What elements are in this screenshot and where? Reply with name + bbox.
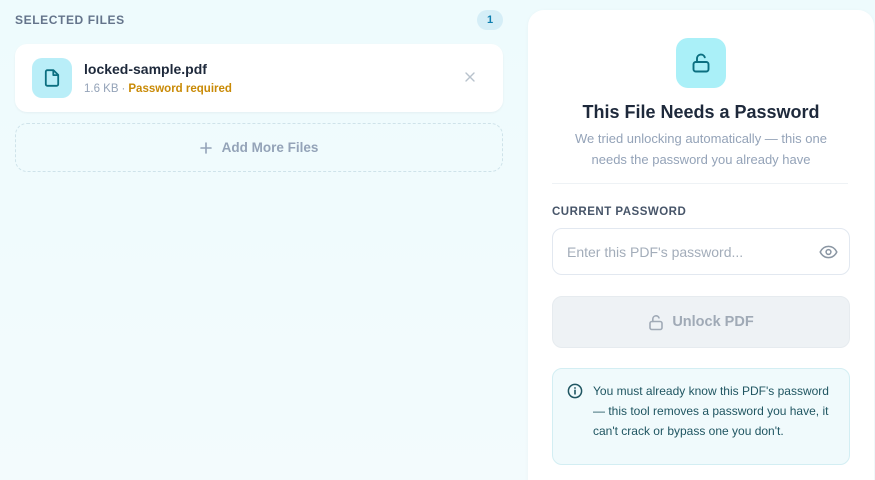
unlock-icon [648, 314, 664, 331]
password-field [552, 228, 850, 275]
add-more-files-label: Add More Files [221, 140, 319, 155]
file-icon [32, 58, 72, 98]
files-section-title: SELECTED FILES [15, 13, 125, 27]
selected-files-section: SELECTED FILES 1 locked-sample.pdf 1.6 K… [15, 0, 503, 480]
toggle-password-visibility-button[interactable] [817, 242, 839, 262]
close-icon [465, 72, 475, 82]
plus-icon [199, 141, 212, 154]
panel-title: This File Needs a Password [582, 102, 820, 122]
eye-icon [818, 245, 838, 259]
app-page: SELECTED FILES 1 locked-sample.pdf 1.6 K… [0, 0, 875, 480]
info-notice: You must already know this PDF's passwor… [552, 368, 850, 465]
remove-file-button[interactable] [461, 68, 479, 86]
password-input[interactable] [567, 229, 807, 274]
files-header: SELECTED FILES 1 [15, 10, 503, 32]
unlock-pdf-label: Unlock PDF [672, 314, 754, 330]
panel-subtitle: We tried unlocking automatically — this … [575, 131, 827, 167]
unlock-icon [676, 38, 726, 88]
add-more-files-button[interactable]: Add More Files [15, 123, 503, 172]
info-icon [567, 383, 583, 399]
password-field-label: CURRENT PASSWORD [552, 206, 687, 218]
file-card: locked-sample.pdf 1.6 KB · Password requir… [15, 44, 503, 112]
file-name: locked-sample.pdf [84, 61, 207, 77]
meta-separator: · [121, 83, 126, 95]
info-text: You must already know this PDF's passwor… [593, 384, 829, 438]
file-meta: 1.6 KB · Password required [84, 83, 232, 95]
files-count-badge: 1 [477, 10, 503, 30]
divider [552, 183, 848, 184]
password-panel: This File Needs a Password We tried unlo… [528, 10, 874, 480]
file-status: Password required [128, 83, 232, 95]
file-size: 1.6 KB [84, 83, 119, 95]
unlock-pdf-button[interactable]: Unlock PDF [552, 296, 850, 348]
